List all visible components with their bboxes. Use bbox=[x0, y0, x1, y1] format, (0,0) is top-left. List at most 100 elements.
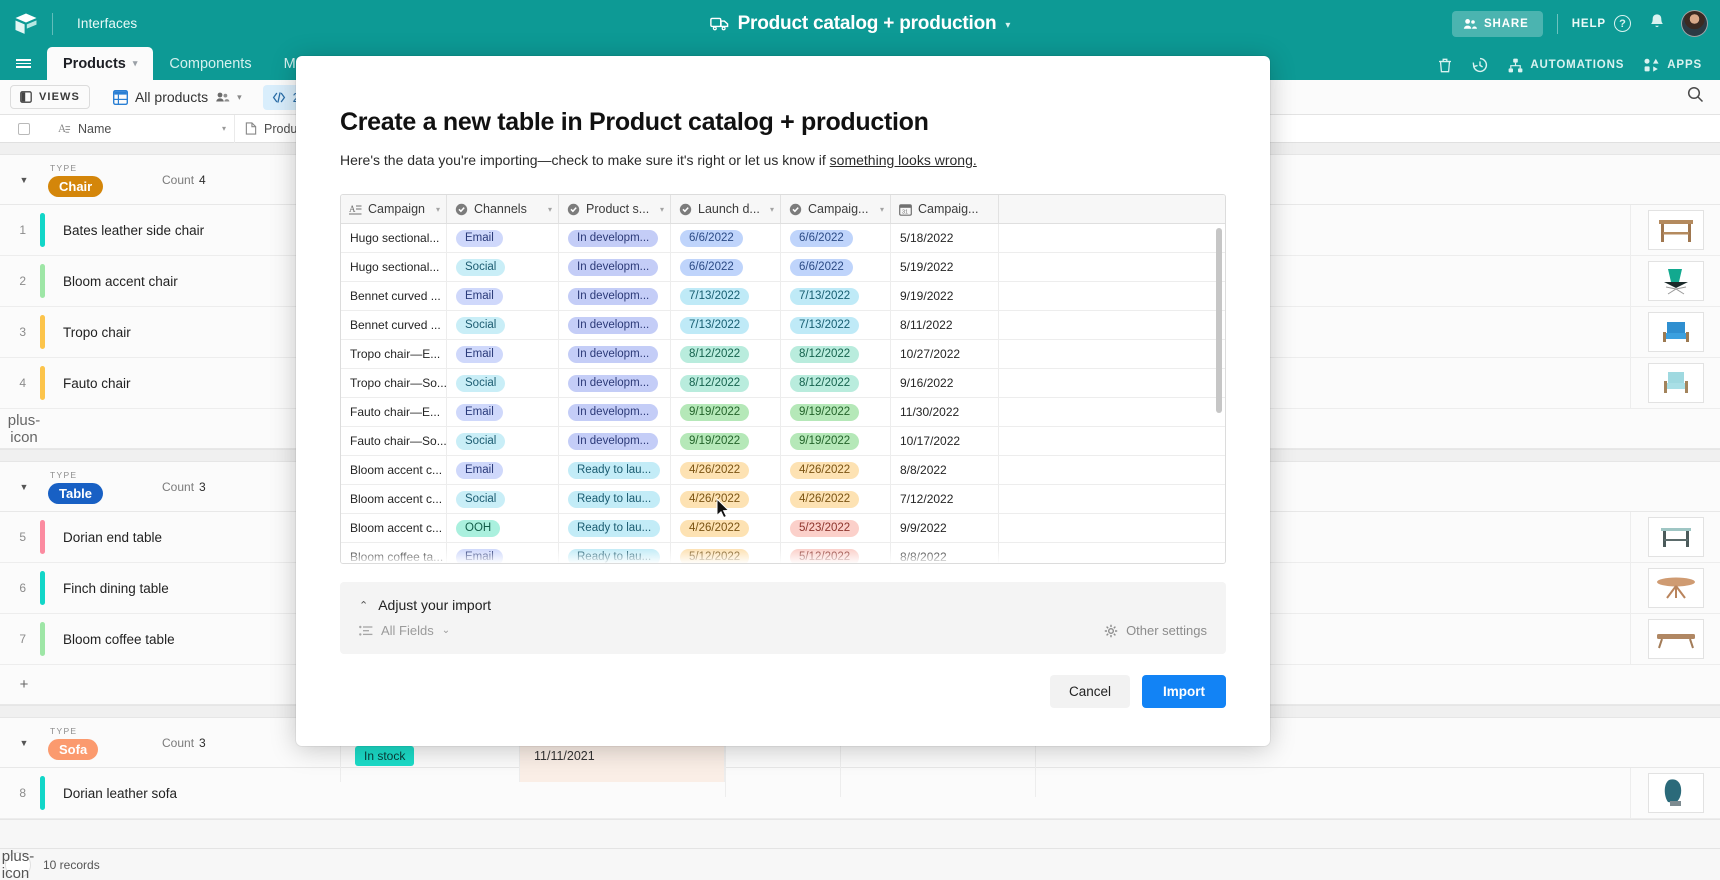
import-button[interactable]: Import bbox=[1142, 675, 1226, 708]
preview-cell-product-status[interactable]: Ready to lau... bbox=[559, 456, 671, 484]
preview-cell-channel[interactable]: Email bbox=[447, 543, 559, 564]
preview-scrollbar[interactable] bbox=[1216, 228, 1222, 413]
preview-cell-launch-date[interactable]: 6/6/2022 bbox=[671, 253, 781, 281]
preview-cell-campaign-start[interactable]: 7/13/2022 bbox=[781, 282, 891, 310]
something-looks-wrong-link[interactable]: something looks wrong. bbox=[830, 152, 977, 168]
preview-cell-product-status[interactable]: In developm... bbox=[559, 253, 671, 281]
preview-cell-product-status[interactable]: Ready to lau... bbox=[559, 485, 671, 513]
preview-row[interactable]: Hugo sectional...SocialIn developm...6/6… bbox=[341, 253, 1225, 282]
preview-row[interactable]: Fauto chair—So...SocialIn developm...9/1… bbox=[341, 427, 1225, 456]
preview-row[interactable]: Bennet curved ...SocialIn developm...7/1… bbox=[341, 311, 1225, 340]
adjust-import-toggle[interactable]: ⌃ Adjust your import bbox=[340, 582, 1226, 613]
preview-cell-campaign-start[interactable]: 8/12/2022 bbox=[781, 369, 891, 397]
preview-cell-campaign-end[interactable]: 9/9/2022 bbox=[891, 514, 999, 542]
preview-cell-channel[interactable]: Email bbox=[447, 340, 559, 368]
preview-cell-channel[interactable]: Email bbox=[447, 456, 559, 484]
preview-cell-campaign-end[interactable]: 5/19/2022 bbox=[891, 253, 999, 281]
preview-cell-channel[interactable]: Social bbox=[447, 369, 559, 397]
preview-cell-campaign-end[interactable]: 5/18/2022 bbox=[891, 224, 999, 252]
preview-cell-product-status[interactable]: In developm... bbox=[559, 427, 671, 455]
preview-cell-campaign[interactable]: Fauto chair—E... bbox=[341, 398, 447, 426]
preview-cell-campaign[interactable]: Hugo sectional... bbox=[341, 253, 447, 281]
preview-cell-channel[interactable]: Email bbox=[447, 224, 559, 252]
preview-cell-campaign-end[interactable]: 9/16/2022 bbox=[891, 369, 999, 397]
preview-cell-launch-date[interactable]: 4/26/2022 bbox=[671, 514, 781, 542]
preview-cell-product-status[interactable]: Ready to lau... bbox=[559, 543, 671, 564]
preview-column-product-status[interactable]: Product s... ▾ bbox=[559, 195, 671, 223]
preview-column-campaign-end[interactable]: 31 Campaig... bbox=[891, 195, 999, 223]
chevron-down-icon[interactable]: ▾ bbox=[548, 205, 552, 214]
preview-column-campaign-start[interactable]: Campaig... ▾ bbox=[781, 195, 891, 223]
preview-row[interactable]: Bennet curved ...EmailIn developm...7/13… bbox=[341, 282, 1225, 311]
preview-cell-campaign-start[interactable]: 5/12/2022 bbox=[781, 543, 891, 564]
preview-cell-campaign[interactable]: Bloom accent c... bbox=[341, 456, 447, 484]
preview-cell-campaign[interactable]: Tropo chair—So... bbox=[341, 369, 447, 397]
preview-cell-campaign-start[interactable]: 6/6/2022 bbox=[781, 253, 891, 281]
preview-column-campaign[interactable]: A Campaign ▾ bbox=[341, 195, 447, 223]
preview-cell-campaign-start[interactable]: 8/12/2022 bbox=[781, 340, 891, 368]
chevron-down-icon[interactable]: ▾ bbox=[436, 205, 440, 214]
preview-cell-product-status[interactable]: In developm... bbox=[559, 282, 671, 310]
preview-cell-launch-date[interactable]: 4/26/2022 bbox=[671, 485, 781, 513]
preview-cell-campaign-end[interactable]: 8/8/2022 bbox=[891, 543, 999, 564]
preview-cell-launch-date[interactable]: 7/13/2022 bbox=[671, 311, 781, 339]
preview-cell-campaign-end[interactable]: 10/17/2022 bbox=[891, 427, 999, 455]
chevron-down-icon[interactable]: ▾ bbox=[880, 205, 884, 214]
preview-cell-campaign[interactable]: Bloom coffee ta... bbox=[341, 543, 447, 564]
preview-cell-product-status[interactable]: In developm... bbox=[559, 340, 671, 368]
preview-cell-channel[interactable]: Social bbox=[447, 427, 559, 455]
preview-cell-launch-date[interactable]: 4/26/2022 bbox=[671, 456, 781, 484]
preview-cell-channel[interactable]: Social bbox=[447, 253, 559, 281]
preview-cell-product-status[interactable]: In developm... bbox=[559, 369, 671, 397]
import-preview-table[interactable]: A Campaign ▾ Channels ▾ Product s... ▾ L… bbox=[340, 194, 1226, 564]
preview-cell-campaign-start[interactable]: 5/23/2022 bbox=[781, 514, 891, 542]
preview-cell-launch-date[interactable]: 6/6/2022 bbox=[671, 224, 781, 252]
preview-cell-product-status[interactable]: In developm... bbox=[559, 311, 671, 339]
preview-cell-campaign-end[interactable]: 8/8/2022 bbox=[891, 456, 999, 484]
other-settings-button[interactable]: Other settings bbox=[1104, 623, 1207, 638]
preview-cell-campaign-end[interactable]: 8/11/2022 bbox=[891, 311, 999, 339]
chevron-up-icon[interactable]: ⌃ bbox=[359, 599, 368, 612]
preview-cell-launch-date[interactable]: 8/12/2022 bbox=[671, 369, 781, 397]
preview-cell-campaign[interactable]: Bennet curved ... bbox=[341, 282, 447, 310]
preview-column-channels[interactable]: Channels ▾ bbox=[447, 195, 559, 223]
preview-cell-product-status[interactable]: In developm... bbox=[559, 398, 671, 426]
preview-cell-campaign[interactable]: Bennet curved ... bbox=[341, 311, 447, 339]
preview-cell-launch-date[interactable]: 8/12/2022 bbox=[671, 340, 781, 368]
all-fields-dropdown[interactable]: All Fields ⌄ bbox=[359, 623, 450, 638]
preview-cell-campaign-start[interactable]: 9/19/2022 bbox=[781, 427, 891, 455]
preview-cell-channel[interactable]: Social bbox=[447, 485, 559, 513]
preview-column-launch-date[interactable]: Launch d... ▾ bbox=[671, 195, 781, 223]
preview-cell-channel[interactable]: OOH bbox=[447, 514, 559, 542]
preview-cell-campaign-start[interactable]: 9/19/2022 bbox=[781, 398, 891, 426]
preview-cell-campaign[interactable]: Tropo chair—E... bbox=[341, 340, 447, 368]
preview-cell-product-status[interactable]: Ready to lau... bbox=[559, 514, 671, 542]
cancel-button[interactable]: Cancel bbox=[1050, 675, 1130, 708]
chevron-down-icon[interactable]: ⌄ bbox=[442, 625, 450, 636]
preview-cell-channel[interactable]: Social bbox=[447, 311, 559, 339]
preview-cell-campaign-start[interactable]: 6/6/2022 bbox=[781, 224, 891, 252]
preview-row[interactable]: Bloom accent c...SocialReady to lau...4/… bbox=[341, 485, 1225, 514]
preview-cell-campaign-start[interactable]: 4/26/2022 bbox=[781, 456, 891, 484]
preview-cell-campaign[interactable]: Hugo sectional... bbox=[341, 224, 447, 252]
preview-cell-campaign[interactable]: Fauto chair—So... bbox=[341, 427, 447, 455]
preview-cell-launch-date[interactable]: 9/19/2022 bbox=[671, 427, 781, 455]
preview-cell-campaign[interactable]: Bloom accent c... bbox=[341, 485, 447, 513]
preview-cell-campaign-end[interactable]: 11/30/2022 bbox=[891, 398, 999, 426]
preview-cell-campaign[interactable]: Bloom accent c... bbox=[341, 514, 447, 542]
chevron-down-icon[interactable]: ▾ bbox=[660, 205, 664, 214]
preview-row[interactable]: Fauto chair—E...EmailIn developm...9/19/… bbox=[341, 398, 1225, 427]
preview-cell-campaign-end[interactable]: 9/19/2022 bbox=[891, 282, 999, 310]
preview-cell-campaign-start[interactable]: 4/26/2022 bbox=[781, 485, 891, 513]
preview-row[interactable]: Tropo chair—So...SocialIn developm...8/1… bbox=[341, 369, 1225, 398]
preview-row[interactable]: Hugo sectional...EmailIn developm...6/6/… bbox=[341, 224, 1225, 253]
preview-cell-campaign-end[interactable]: 7/12/2022 bbox=[891, 485, 999, 513]
preview-cell-launch-date[interactable]: 7/13/2022 bbox=[671, 282, 781, 310]
preview-cell-channel[interactable]: Email bbox=[447, 282, 559, 310]
preview-cell-campaign-start[interactable]: 7/13/2022 bbox=[781, 311, 891, 339]
preview-cell-product-status[interactable]: In developm... bbox=[559, 224, 671, 252]
chevron-down-icon[interactable]: ▾ bbox=[770, 205, 774, 214]
preview-cell-channel[interactable]: Email bbox=[447, 398, 559, 426]
preview-row[interactable]: Bloom coffee ta...EmailReady to lau... 5/… bbox=[341, 543, 1225, 564]
preview-cell-launch-date[interactable]: 9/19/2022 bbox=[671, 398, 781, 426]
